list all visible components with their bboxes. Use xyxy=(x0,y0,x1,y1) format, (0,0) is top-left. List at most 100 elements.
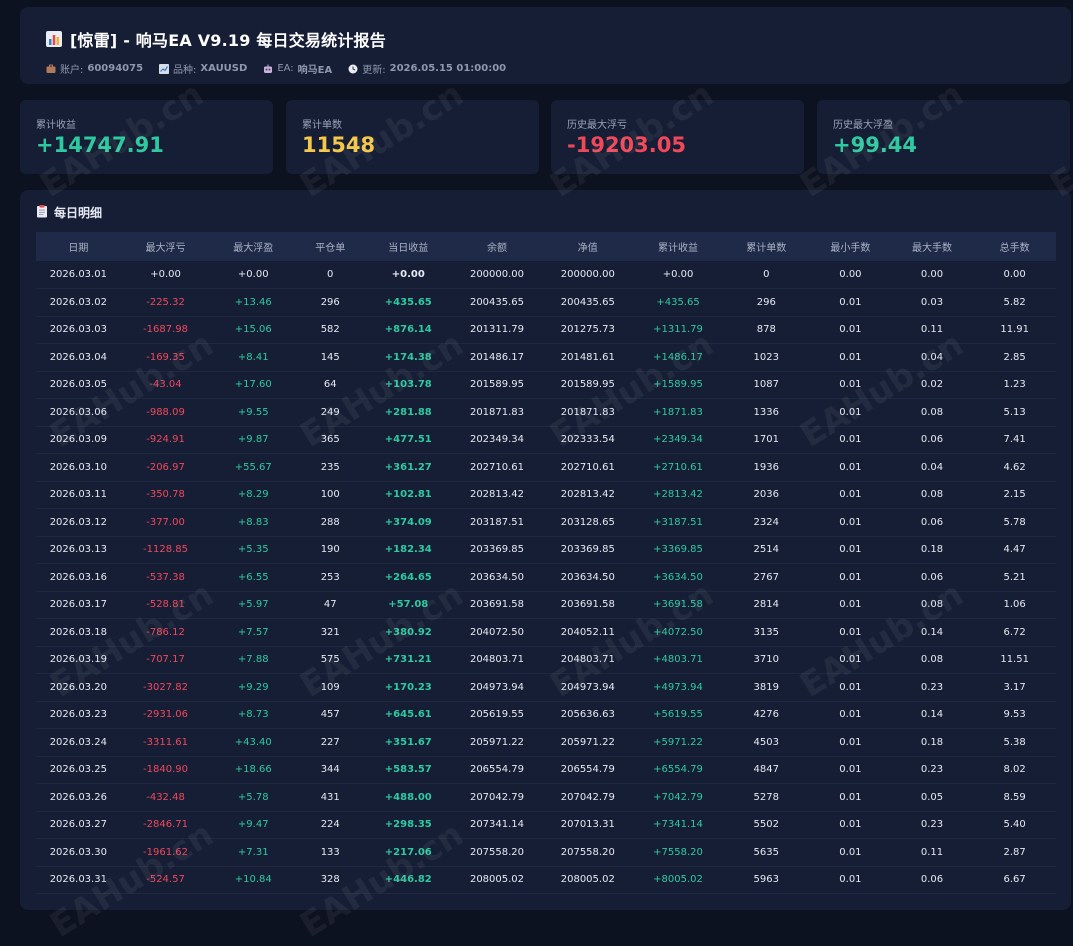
detail-heading: 每日明细 xyxy=(36,204,102,221)
table-cell: 200000.00 xyxy=(469,269,525,280)
table-cell: 5963 xyxy=(753,874,779,886)
table-cell: +6554.79 xyxy=(653,764,703,776)
table-cell: 202813.42 xyxy=(560,489,615,501)
table-cell: 208005.02 xyxy=(560,874,615,886)
table-cell: 431 xyxy=(320,791,340,803)
card-value: +14747.91 xyxy=(36,133,164,157)
card-label: 历史最大浮亏 xyxy=(567,120,627,131)
table-row: 2026.03.31 -524.57 +10.84 328 +446.82 208005.… xyxy=(36,866,1056,894)
table-row: 2026.03.18 -786.12 +7.57 321 +380.92 204072.5… xyxy=(36,619,1056,646)
table-cell: 4.47 xyxy=(1003,544,1026,556)
table-cell: 2026.03.27 xyxy=(49,819,107,831)
column-header: 最小手数 xyxy=(830,243,871,254)
table-cell: 205971.22 xyxy=(469,736,525,748)
table-cell: 201275.73 xyxy=(560,324,615,336)
table-cell: -524.57 xyxy=(146,874,185,886)
table-cell: 249 xyxy=(320,406,340,418)
table-cell: 3710 xyxy=(753,654,779,666)
table-cell: +281.88 xyxy=(384,406,432,418)
table-cell: 0.01 xyxy=(839,874,862,886)
table-row: 2026.03.11 -350.78 +8.29 100 +102.81 202813.4… xyxy=(36,481,1056,509)
table-cell: +102.81 xyxy=(384,489,432,501)
table-cell: 6.72 xyxy=(1003,626,1026,638)
table-cell: +2710.61 xyxy=(653,461,703,473)
table-cell: +5.35 xyxy=(237,544,269,556)
table-row: 2026.03.24 -3311.61 +43.40 227 +351.67 205971… xyxy=(36,729,1056,756)
table-cell: 5.78 xyxy=(1003,516,1026,528)
table-cell: 201871.83 xyxy=(469,406,525,418)
table-cell: +477.51 xyxy=(384,434,432,446)
table-cell: 207558.20 xyxy=(560,846,615,858)
table-cell: 207341.14 xyxy=(469,819,525,831)
table-row: 2026.03.09 -924.91 +9.87 365 +477.51 202349.3… xyxy=(36,426,1056,454)
table-cell: +3634.50 xyxy=(653,571,703,583)
table-cell: -988.09 xyxy=(146,406,185,418)
table-row: 2026.03.16 -537.38 +6.55 253 +264.65 203634.5… xyxy=(36,564,1056,591)
table-cell: +351.67 xyxy=(384,736,432,748)
table-cell: 0.06 xyxy=(920,874,944,886)
table-cell: +6.55 xyxy=(237,571,269,583)
page-title: [惊雷] - 响马EA V9.19 每日交易统计报告 xyxy=(70,31,386,50)
table-cell: -43.04 xyxy=(149,379,182,391)
table-cell: -1840.90 xyxy=(143,764,189,776)
table-cell: -537.38 xyxy=(146,571,185,583)
table-cell: +9.29 xyxy=(237,681,269,693)
table-cell: 0.01 xyxy=(839,819,862,831)
table-cell: +7042.79 xyxy=(653,791,703,803)
table-cell: 47 xyxy=(323,599,337,611)
table-cell: 203187.51 xyxy=(469,516,525,528)
table-cell: 1023 xyxy=(753,351,779,363)
table-cell: 344 xyxy=(320,764,340,776)
table-cell: +4803.71 xyxy=(653,654,703,666)
table-cell: 190 xyxy=(320,544,340,556)
table-cell: +488.00 xyxy=(384,791,432,803)
table-cell: +8.41 xyxy=(237,351,269,363)
detail-title: 每日明细 xyxy=(54,206,103,220)
card-total-orders: 累计单数 11548 xyxy=(286,100,539,174)
column-header: 累计单数 xyxy=(746,243,787,254)
table-cell: 2026.03.19 xyxy=(49,654,107,666)
table-cell: +17.60 xyxy=(234,379,272,391)
table-cell: +876.14 xyxy=(384,324,432,336)
table-cell: +374.09 xyxy=(384,516,432,528)
table-cell: 0.01 xyxy=(839,324,862,336)
table-cell: 2026.03.06 xyxy=(49,406,107,418)
table-cell: 200000.00 xyxy=(560,269,615,280)
symbol-label: 品种: xyxy=(173,65,197,76)
table-cell: 2324 xyxy=(753,516,779,528)
table-cell: 2026.03.12 xyxy=(49,516,107,528)
table-cell: -2931.06 xyxy=(143,709,189,721)
table-cell: 207013.31 xyxy=(560,819,615,831)
table-cell: 2026.03.24 xyxy=(49,736,107,748)
robot-icon xyxy=(263,64,273,74)
table-cell: 203634.50 xyxy=(469,571,525,583)
table-cell: 224 xyxy=(320,819,340,831)
column-header: 累计收益 xyxy=(658,243,699,254)
column-header: 最大浮亏 xyxy=(145,243,186,254)
table-cell: -1687.98 xyxy=(143,324,189,336)
table-cell: 207558.20 xyxy=(469,846,525,858)
table-cell: -924.91 xyxy=(146,434,185,446)
table-cell: 0.01 xyxy=(839,736,862,748)
table-cell: 0.01 xyxy=(839,599,862,611)
table-cell: +435.65 xyxy=(384,296,432,308)
table-cell: -1961.62 xyxy=(143,846,189,858)
table-cell: 457 xyxy=(320,709,340,721)
column-header: 净值 xyxy=(577,243,598,254)
table-cell: 0.01 xyxy=(839,351,862,363)
table-cell: 0.01 xyxy=(839,296,862,308)
table-cell: -377.00 xyxy=(146,516,185,528)
table-cell: 2026.03.09 xyxy=(49,434,107,446)
table-row: 2026.03.20 -3027.82 +9.29 109 +170.23 204973.… xyxy=(36,674,1056,701)
table-cell: 205636.63 xyxy=(560,709,615,721)
table-cell: +15.06 xyxy=(234,324,272,336)
table-cell: 202349.34 xyxy=(469,434,525,446)
table-cell: -350.78 xyxy=(146,489,185,501)
table-cell: 203369.85 xyxy=(469,544,525,556)
table-cell: +1589.95 xyxy=(653,379,703,391)
table-row: 2026.03.10 -206.97 +55.67 235 +361.27 202710.… xyxy=(36,454,1056,481)
table-cell: 0.00 xyxy=(839,269,862,280)
chart-icon xyxy=(159,63,170,74)
table-cell: 2.85 xyxy=(1003,351,1026,363)
table-row: 2026.03.25 -1840.90 +18.66 344 +583.57 206554… xyxy=(36,756,1056,784)
